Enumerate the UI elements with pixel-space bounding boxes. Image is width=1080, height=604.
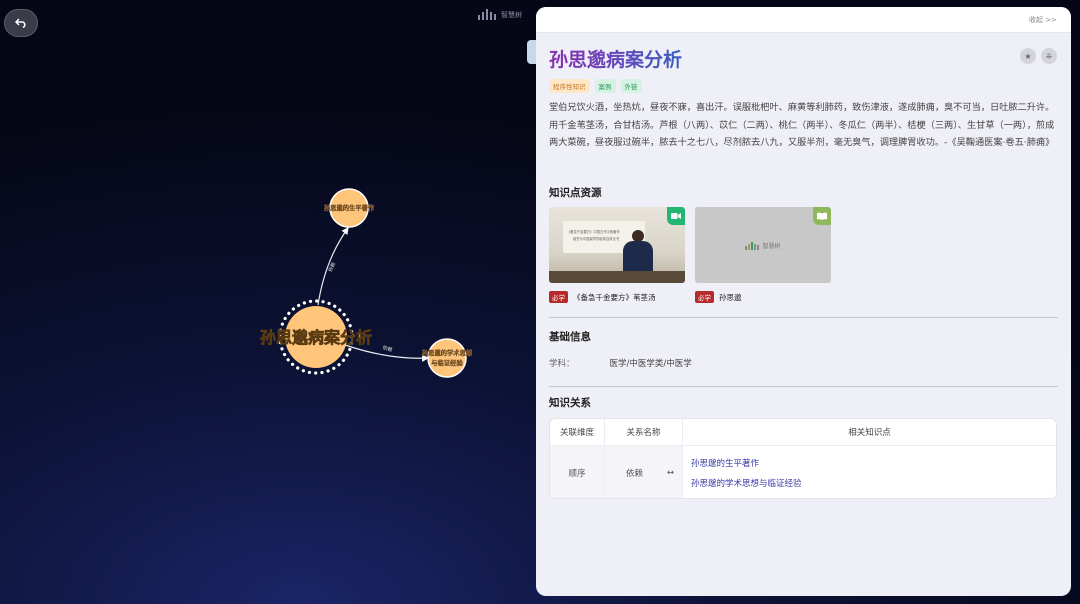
resource-card-document[interactable]: 智慧树 必学 孙思邈 (695, 207, 831, 303)
tag-case: 案例 (594, 79, 616, 93)
thumb-logo: 智慧树 (745, 241, 781, 250)
column-header-relation: 关系名称 (605, 419, 683, 445)
presenter-desk (549, 271, 685, 283)
resource-thumbnail: 智慧树 (695, 207, 831, 283)
book-badge (813, 207, 831, 225)
tag-external-link: 外链 (620, 79, 642, 93)
grid-icon: ⁜ (1045, 51, 1053, 61)
subject-label: 学科： (549, 359, 575, 369)
subject-row: 学科： 医学/中医学类/中医学 (549, 357, 692, 369)
relation-name: 依赖 (626, 469, 644, 479)
graph-edge-label: 依赖 (382, 344, 394, 354)
knowledge-graph[interactable]: 依赖 依赖 孙思邈的生平著作 孙思邈的学术思想 与临证经验 孙思邈病案分析 (0, 0, 540, 604)
related-link-academic-thought[interactable]: 孙思邈的学术思想与临证经验 (691, 477, 802, 489)
thumb-logo-text: 智慧树 (762, 242, 781, 250)
related-link-life-works[interactable]: 孙思邈的生平著作 (691, 457, 759, 469)
resource-title[interactable]: 孙思邈 (719, 292, 742, 303)
star-icon: ★ (1024, 51, 1032, 61)
must-learn-badge: 必学 (549, 291, 568, 303)
page-title: 孙思邈病案分析 (549, 45, 682, 72)
star-button[interactable]: ★ (1020, 48, 1036, 64)
panel-top-bar: 收起 >> (536, 7, 1071, 33)
graph-node-center[interactable]: 孙思邈病案分析 (260, 299, 372, 375)
book-icon (817, 212, 827, 220)
section-divider (549, 386, 1058, 387)
resources-heading: 知识点资源 (549, 187, 602, 199)
resource-card-video[interactable]: 《备急千金要方》中国古代中医著作 被誉为中国最早的临床百科全书 必学 《备急千金… (549, 207, 685, 303)
detail-panel: 收起 >> 孙思邈病案分析 ★ ⁜ 程序性知识 案例 外链 堂伯兄饮火酒，坐热炕… (536, 7, 1071, 596)
subject-value: 医学/中医学类/中医学 (609, 359, 692, 369)
section-divider (549, 317, 1058, 318)
graph-node-label: 孙思邈的生平著作 (324, 203, 375, 212)
collapse-button[interactable]: 收起 >> (1029, 15, 1057, 25)
presenter-body (623, 241, 653, 275)
video-camera-icon (671, 213, 681, 219)
relations-table: 关联维度 关系名称 相关知识点 顺序 依赖 ↔ 孙思邈的生平著作 孙思邈的学术思… (549, 418, 1057, 499)
column-header-dimension: 关联维度 (550, 419, 605, 445)
cell-dimension: 顺序 (550, 446, 605, 498)
grid-button[interactable]: ⁜ (1041, 48, 1057, 64)
graph-node-label: 与临证经验 (431, 358, 463, 367)
graph-edge-label: 依赖 (327, 261, 338, 273)
tag-procedural: 程序性知识 (549, 79, 590, 93)
graph-node-life-works[interactable]: 孙思邈的生平著作 (324, 188, 375, 228)
must-learn-badge: 必学 (695, 291, 714, 303)
column-header-related: 相关知识点 (848, 428, 891, 438)
relations-heading: 知识关系 (549, 397, 591, 409)
basic-info-heading: 基础信息 (549, 331, 591, 343)
graph-node-academic-thought[interactable]: 孙思邈的学术思想 与临证经验 (422, 338, 473, 378)
thumb-caption: 被誉为中国最早的临床百科全书 (573, 237, 620, 241)
resource-title[interactable]: 《备急千金要方》苇茎汤 (573, 292, 656, 303)
graph-center-label: 孙思邈病案分析 (260, 328, 372, 347)
graph-node-label: 孙思邈的学术思想 (422, 348, 473, 357)
cell-relation: 依赖 ↔ (605, 446, 683, 498)
video-badge (667, 207, 685, 225)
table-row: 顺序 依赖 ↔ 孙思邈的生平著作 孙思邈的学术思想与临证经验 (550, 446, 1056, 498)
cell-related: 孙思邈的生平著作 孙思邈的学术思想与临证经验 (683, 446, 1056, 498)
description: 堂伯兄饮火酒，坐热炕，昼夜不寐，喜出汗。误服枇杷叶、麻黄等利肺药，致伤津液，遂成… (549, 102, 1055, 148)
table-header-row: 关联维度 关系名称 相关知识点 (550, 419, 1056, 446)
tag-list: 程序性知识 案例 外链 (549, 79, 642, 93)
bidirectional-arrow-icon: ↔ (666, 468, 674, 478)
resource-thumbnail: 《备急千金要方》中国古代中医著作 被誉为中国最早的临床百科全书 (549, 207, 685, 283)
thumb-caption: 《备急千金要方》中国古代中医著作 (567, 230, 620, 234)
